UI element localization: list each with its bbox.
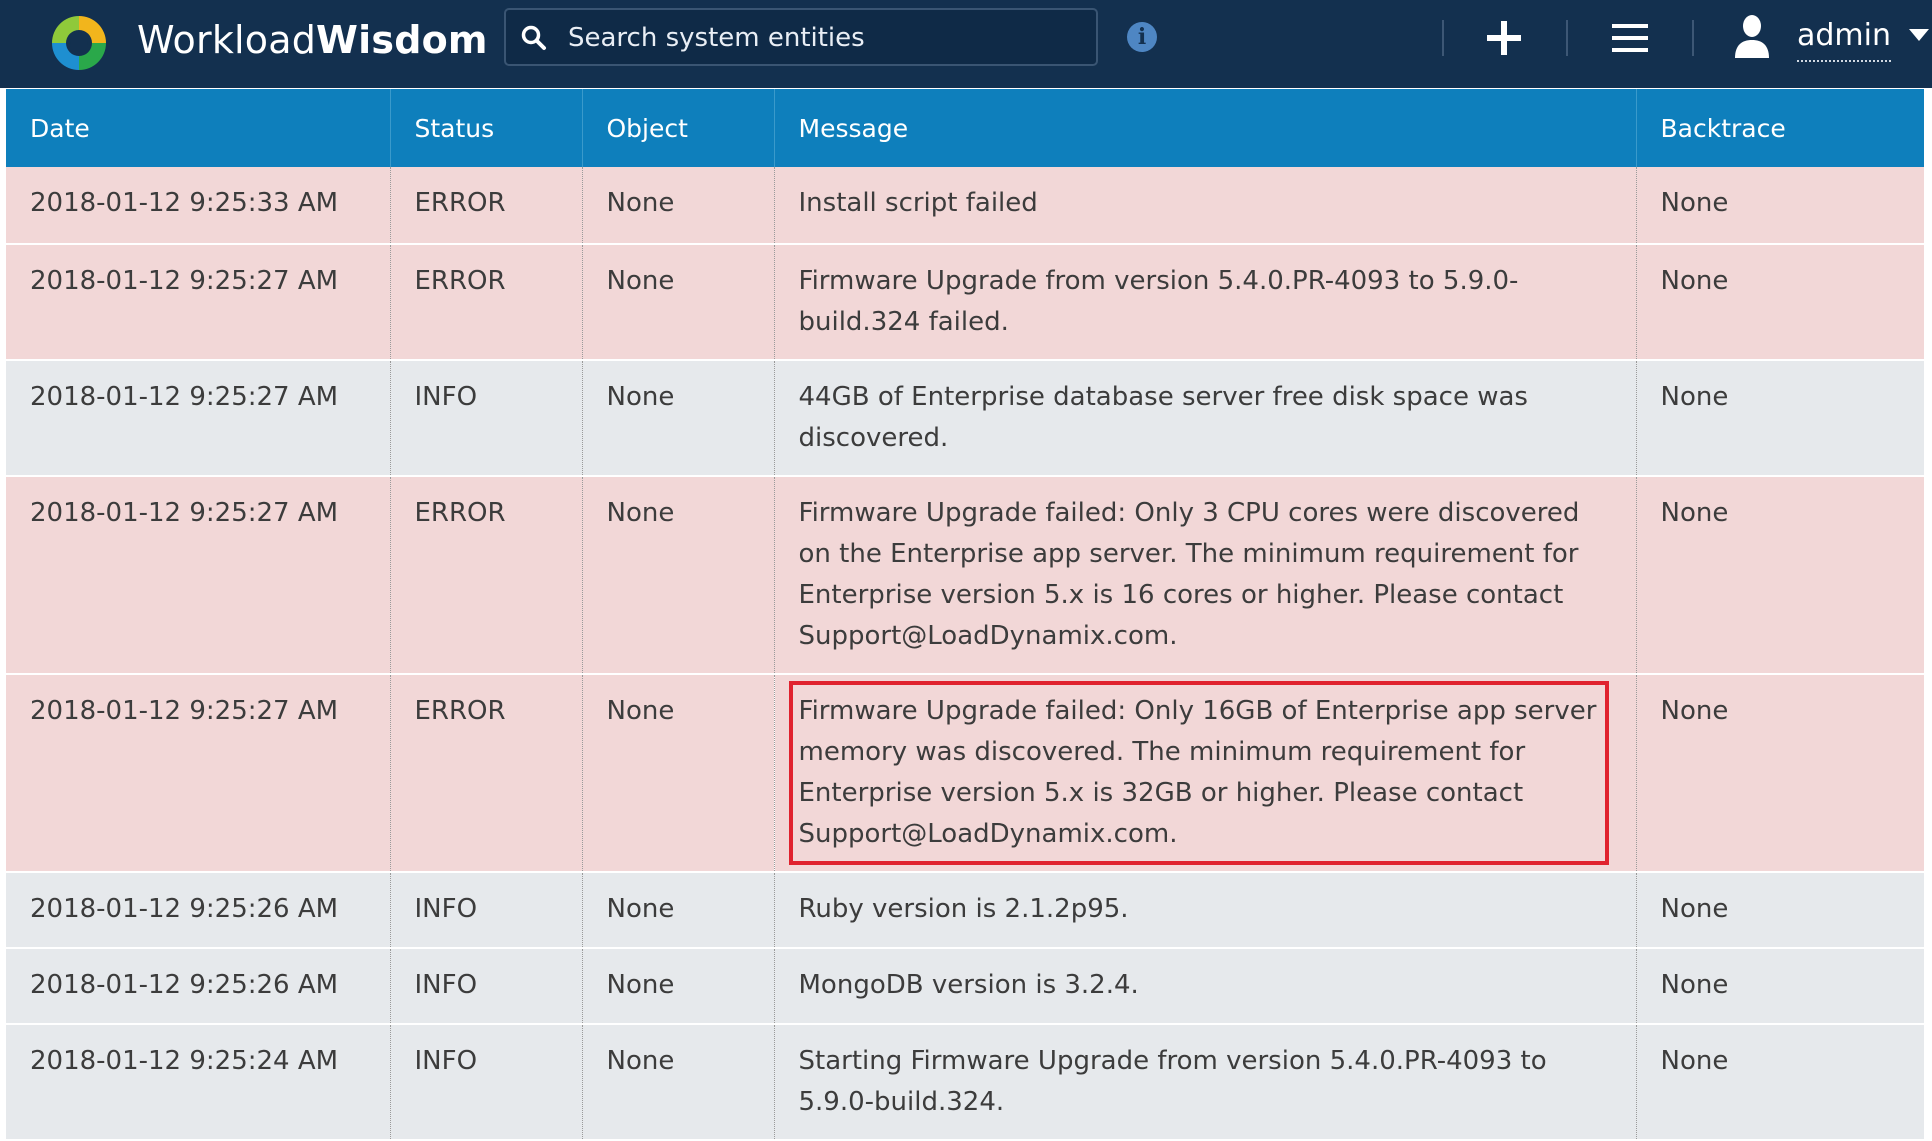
events-table: Date Status Object Message Backtrace 201… xyxy=(6,89,1924,1141)
cell-backtrace: None xyxy=(1636,167,1924,245)
cell-backtrace: None xyxy=(1636,476,1924,675)
table-header-row: Date Status Object Message Backtrace xyxy=(6,89,1924,167)
cell-message-text: Firmware Upgrade failed: Only 16GB of En… xyxy=(798,696,1597,849)
user-icon[interactable] xyxy=(1732,14,1772,58)
cell-backtrace: None xyxy=(1636,360,1924,477)
column-header-status[interactable]: Status xyxy=(390,89,583,167)
cell-message: Firmware Upgrade failed: Only 3 CPU core… xyxy=(774,476,1637,675)
cell-date: 2018-01-12 9:25:24 AM xyxy=(6,1024,391,1141)
table-row[interactable]: 2018-01-12 9:25:27 AM ERROR None Firmwar… xyxy=(6,244,1924,361)
cell-object: None xyxy=(582,674,775,873)
cell-date: 2018-01-12 9:25:27 AM xyxy=(6,476,391,675)
cell-date: 2018-01-12 9:25:26 AM xyxy=(6,948,391,1025)
column-header-backtrace[interactable]: Backtrace xyxy=(1636,89,1924,167)
cell-object: None xyxy=(582,872,775,949)
toolbar-divider xyxy=(1566,20,1568,56)
table-row[interactable]: 2018-01-12 9:25:26 AM INFO None Ruby ver… xyxy=(6,872,1924,949)
cell-message: Firmware Upgrade from version 5.4.0.PR-4… xyxy=(774,244,1637,361)
cell-object: None xyxy=(582,360,775,477)
column-header-date[interactable]: Date xyxy=(6,89,391,167)
top-navigation-bar: WorkloadWisdom i admin xyxy=(0,0,1932,88)
brand-name[interactable]: WorkloadWisdom xyxy=(137,14,488,66)
table-row[interactable]: 2018-01-12 9:25:27 AM ERROR None Firmwar… xyxy=(6,476,1924,675)
cell-object: None xyxy=(582,1024,775,1141)
cell-object: None xyxy=(582,948,775,1025)
table-row[interactable]: 2018-01-12 9:25:33 AM ERROR None Install… xyxy=(6,167,1924,245)
cell-backtrace: None xyxy=(1636,244,1924,361)
cell-status: ERROR xyxy=(390,167,583,245)
cell-status: INFO xyxy=(390,948,583,1025)
cell-backtrace: None xyxy=(1636,674,1924,873)
table-row[interactable]: 2018-01-12 9:25:24 AM INFO None Starting… xyxy=(6,1024,1924,1141)
cell-status: ERROR xyxy=(390,674,583,873)
info-icon[interactable]: i xyxy=(1127,22,1157,52)
cell-object: None xyxy=(582,167,775,245)
cell-object: None xyxy=(582,244,775,361)
search-icon xyxy=(521,25,546,50)
column-header-object[interactable]: Object xyxy=(582,89,775,167)
cell-date: 2018-01-12 9:25:26 AM xyxy=(6,872,391,949)
workloadwisdom-logo-icon[interactable] xyxy=(46,10,112,76)
brand-name-part1: Workload xyxy=(137,18,317,62)
column-header-message[interactable]: Message xyxy=(774,89,1637,167)
cell-date: 2018-01-12 9:25:27 AM xyxy=(6,674,391,873)
cell-message: Starting Firmware Upgrade from version 5… xyxy=(774,1024,1637,1141)
cell-status: INFO xyxy=(390,360,583,477)
cell-backtrace: None xyxy=(1636,872,1924,949)
hamburger-menu-icon[interactable] xyxy=(1610,20,1650,56)
search-input[interactable] xyxy=(566,16,1090,60)
toolbar-divider xyxy=(1442,20,1444,56)
caret-down-icon[interactable] xyxy=(1908,28,1930,42)
cell-status: INFO xyxy=(390,872,583,949)
search-box xyxy=(504,8,1098,66)
cell-backtrace: None xyxy=(1636,1024,1924,1141)
cell-message-highlighted: Firmware Upgrade failed: Only 16GB of En… xyxy=(774,674,1637,873)
table-row[interactable]: 2018-01-12 9:25:26 AM INFO None MongoDB … xyxy=(6,948,1924,1025)
cell-message: 44GB of Enterprise database server free … xyxy=(774,360,1637,477)
cell-date: 2018-01-12 9:25:33 AM xyxy=(6,167,391,245)
cell-date: 2018-01-12 9:25:27 AM xyxy=(6,360,391,477)
cell-message: MongoDB version is 3.2.4. xyxy=(774,948,1637,1025)
plus-icon[interactable] xyxy=(1484,18,1524,58)
cell-status: INFO xyxy=(390,1024,583,1141)
brand-name-part2: Wisdom xyxy=(316,18,488,62)
cell-object: None xyxy=(582,476,775,675)
cell-message: Ruby version is 2.1.2p95. xyxy=(774,872,1637,949)
toolbar-divider xyxy=(1692,20,1694,56)
cell-date: 2018-01-12 9:25:27 AM xyxy=(6,244,391,361)
table-row[interactable]: 2018-01-12 9:25:27 AM ERROR None Firmwar… xyxy=(6,674,1924,873)
cell-status: ERROR xyxy=(390,244,583,361)
table-row[interactable]: 2018-01-12 9:25:27 AM INFO None 44GB of … xyxy=(6,360,1924,477)
cell-backtrace: None xyxy=(1636,948,1924,1025)
cell-message: Install script failed xyxy=(774,167,1637,245)
cell-status: ERROR xyxy=(390,476,583,675)
user-menu-name[interactable]: admin xyxy=(1797,14,1891,62)
